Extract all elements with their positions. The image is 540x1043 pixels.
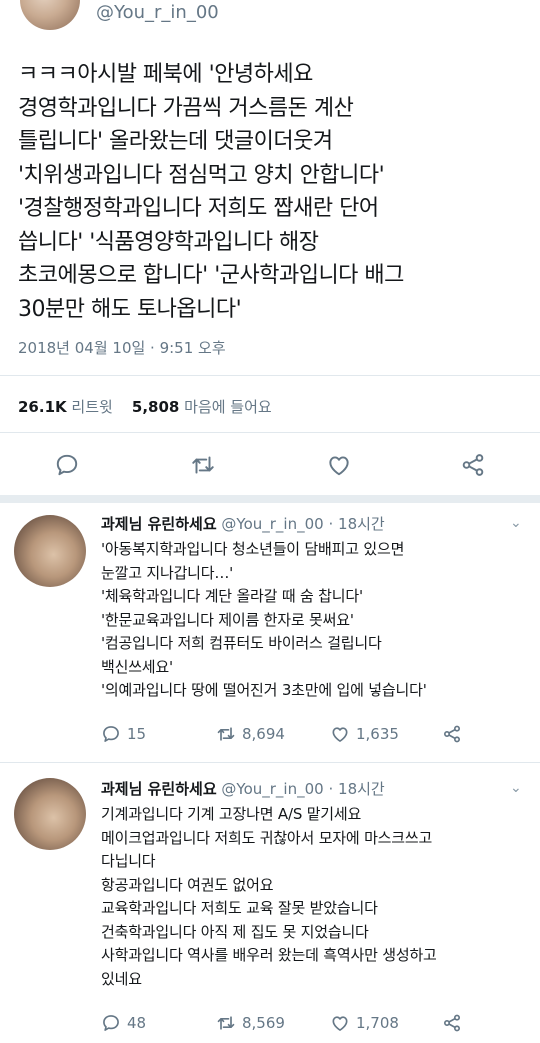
reply-text-line: 메이크업과입니다 저희도 귀찮아서 모자에 마스크쓰고: [101, 828, 433, 847]
like-icon[interactable]: [326, 452, 352, 478]
retweet-label[interactable]: 리트윗: [71, 398, 112, 416]
reply-text-line: '컴공입니다 저희 컴퓨터도 바이러스 걸립니다: [101, 634, 382, 652]
reply-icon[interactable]: [101, 724, 121, 744]
reply-icon[interactable]: [101, 1013, 121, 1033]
reply-header: 과제님 유린하세요 @You_r_in_00 · 18시간: [101, 513, 385, 534]
tweet-text-line: ㅋㅋㅋ아시발 페북에 '안녕하세요: [18, 62, 313, 87]
like-count: 1,635: [356, 725, 399, 743]
reply-time: · 18시간: [328, 780, 385, 798]
reply-text-line: 항공과입니다 여권도 없어요: [101, 875, 274, 894]
reply-text-line: '체육학과입니다 계단 올라갈 때 숨 찹니다': [101, 587, 363, 605]
tweet-text-line: '치위생과입니다 점심먹고 양치 안합니다': [18, 162, 385, 188]
like-icon[interactable]: [330, 724, 350, 744]
retweet-icon[interactable]: [216, 1013, 236, 1033]
reply-author-handle[interactable]: @You_r_in_00: [221, 780, 323, 798]
reply-text-line: '한문교육과입니다 제이름 한자로 못써요': [101, 610, 354, 629]
share-icon[interactable]: [442, 1013, 462, 1033]
author-handle[interactable]: @You_r_in_00: [96, 2, 219, 23]
reply-count: 15: [127, 725, 147, 743]
tweet-text-line: 씁니다' '식품영양학과입니다 해장: [18, 229, 319, 255]
author-avatar[interactable]: [20, 0, 80, 30]
reply-text-line: 다닙니다: [101, 852, 156, 870]
reply-text-line: 건축학과입니다 아직 제 집도 못 지었습니다: [101, 922, 369, 941]
like-button[interactable]: 1,708: [330, 1013, 399, 1033]
tweet-timestamp: 2018년 04월 10일 · 9:51 오후: [18, 339, 226, 357]
reply-header: 과제님 유린하세요 @You_r_in_00 · 18시간: [101, 778, 385, 799]
reply-button[interactable]: 48: [101, 1013, 146, 1033]
reply-action-bar: 15 8,694 1,635: [0, 724, 540, 748]
reply-count: 48: [127, 1014, 147, 1032]
reply-text-line: 백신쓰세요': [101, 657, 173, 676]
reply-text: 기계과입니다 기계 고장나면 A/S 맡기세요 메이크업과입니다 저희도 귀찮아…: [101, 803, 437, 991]
reply-text-line: 사학과입니다 역사를 배우러 왔는데 흑역사만 생성하고: [101, 946, 437, 964]
reply-icon[interactable]: [54, 452, 80, 478]
chevron-down-icon[interactable]: ⌄: [510, 515, 522, 531]
section-divider: [0, 495, 540, 503]
reply-text-line: '의예과입니다 땅에 떨어진거 3초만에 입에 넣습니다': [101, 681, 427, 699]
reply-action-bar: 48 8,569 1,708: [0, 1013, 540, 1037]
retweet-icon[interactable]: [190, 452, 216, 478]
reply-author-name[interactable]: 과제님 유린하세요: [101, 515, 217, 533]
retweet-count: 8,694: [242, 725, 285, 743]
reply-text-line: 있네요: [101, 969, 142, 988]
retweet-button[interactable]: 8,694: [216, 724, 285, 744]
share-icon[interactable]: [442, 724, 462, 744]
tweet-stats: 26.1K 리트윗 5,808 마음에 들어요: [18, 396, 272, 417]
reply-text-line: 기계과입니다 기계 고장나면 A/S 맡기세요: [101, 805, 362, 823]
tweet-text: ㅋㅋㅋ아시발 페북에 '안녕하세요 경영학과입니다 가끔씩 거스름돈 계산 틀립…: [18, 58, 528, 326]
reply-author-name[interactable]: 과제님 유린하세요: [101, 780, 217, 798]
divider: [0, 375, 540, 376]
retweet-icon[interactable]: [216, 724, 236, 744]
retweet-count: 8,569: [242, 1014, 285, 1032]
reply-text-line: 눈깔고 지나갑니다…': [101, 563, 234, 582]
like-count: 1,708: [356, 1014, 399, 1032]
like-button[interactable]: 1,635: [330, 724, 399, 744]
retweet-count[interactable]: 26.1K: [18, 398, 67, 416]
reply-avatar[interactable]: [14, 778, 86, 850]
like-label[interactable]: 마음에 들어요: [184, 398, 272, 416]
divider: [0, 762, 540, 763]
like-count[interactable]: 5,808: [132, 398, 179, 416]
reply-avatar[interactable]: [14, 515, 86, 587]
reply-text-line: '아동복지학과입니다 청소년들이 담배피고 있으면: [101, 540, 405, 558]
tweet-text-line: 초코에몽으로 합니다' '군사학과입니다 배그: [18, 263, 404, 288]
reply-button[interactable]: 15: [101, 724, 146, 744]
reply-text: '아동복지학과입니다 청소년들이 담배피고 있으면 눈깔고 지나갑니다…' '체…: [101, 538, 427, 703]
chevron-down-icon[interactable]: ⌄: [510, 780, 522, 796]
reply-time: · 18시간: [328, 515, 385, 533]
retweet-button[interactable]: 8,569: [216, 1013, 285, 1033]
reply-author-handle[interactable]: @You_r_in_00: [221, 515, 323, 533]
tweet-text-line: 경영학과입니다 가끔씩 거스름돈 계산: [18, 95, 354, 121]
share-button[interactable]: [442, 724, 462, 744]
share-icon[interactable]: [460, 452, 486, 478]
divider: [0, 432, 540, 433]
tweet-text-line: 틀립니다' 올라왔는데 댓글이더웃겨: [18, 129, 333, 154]
share-button[interactable]: [442, 1013, 462, 1033]
tweet-text-line: '경찰행정학과입니다 저희도 짭새란 단어: [18, 196, 379, 221]
tweet-text-line: 30분만 해도 토나옵니다': [18, 296, 242, 322]
reply-text-line: 교육학과입니다 저희도 교육 잘못 받았습니다: [101, 899, 378, 917]
like-icon[interactable]: [330, 1013, 350, 1033]
